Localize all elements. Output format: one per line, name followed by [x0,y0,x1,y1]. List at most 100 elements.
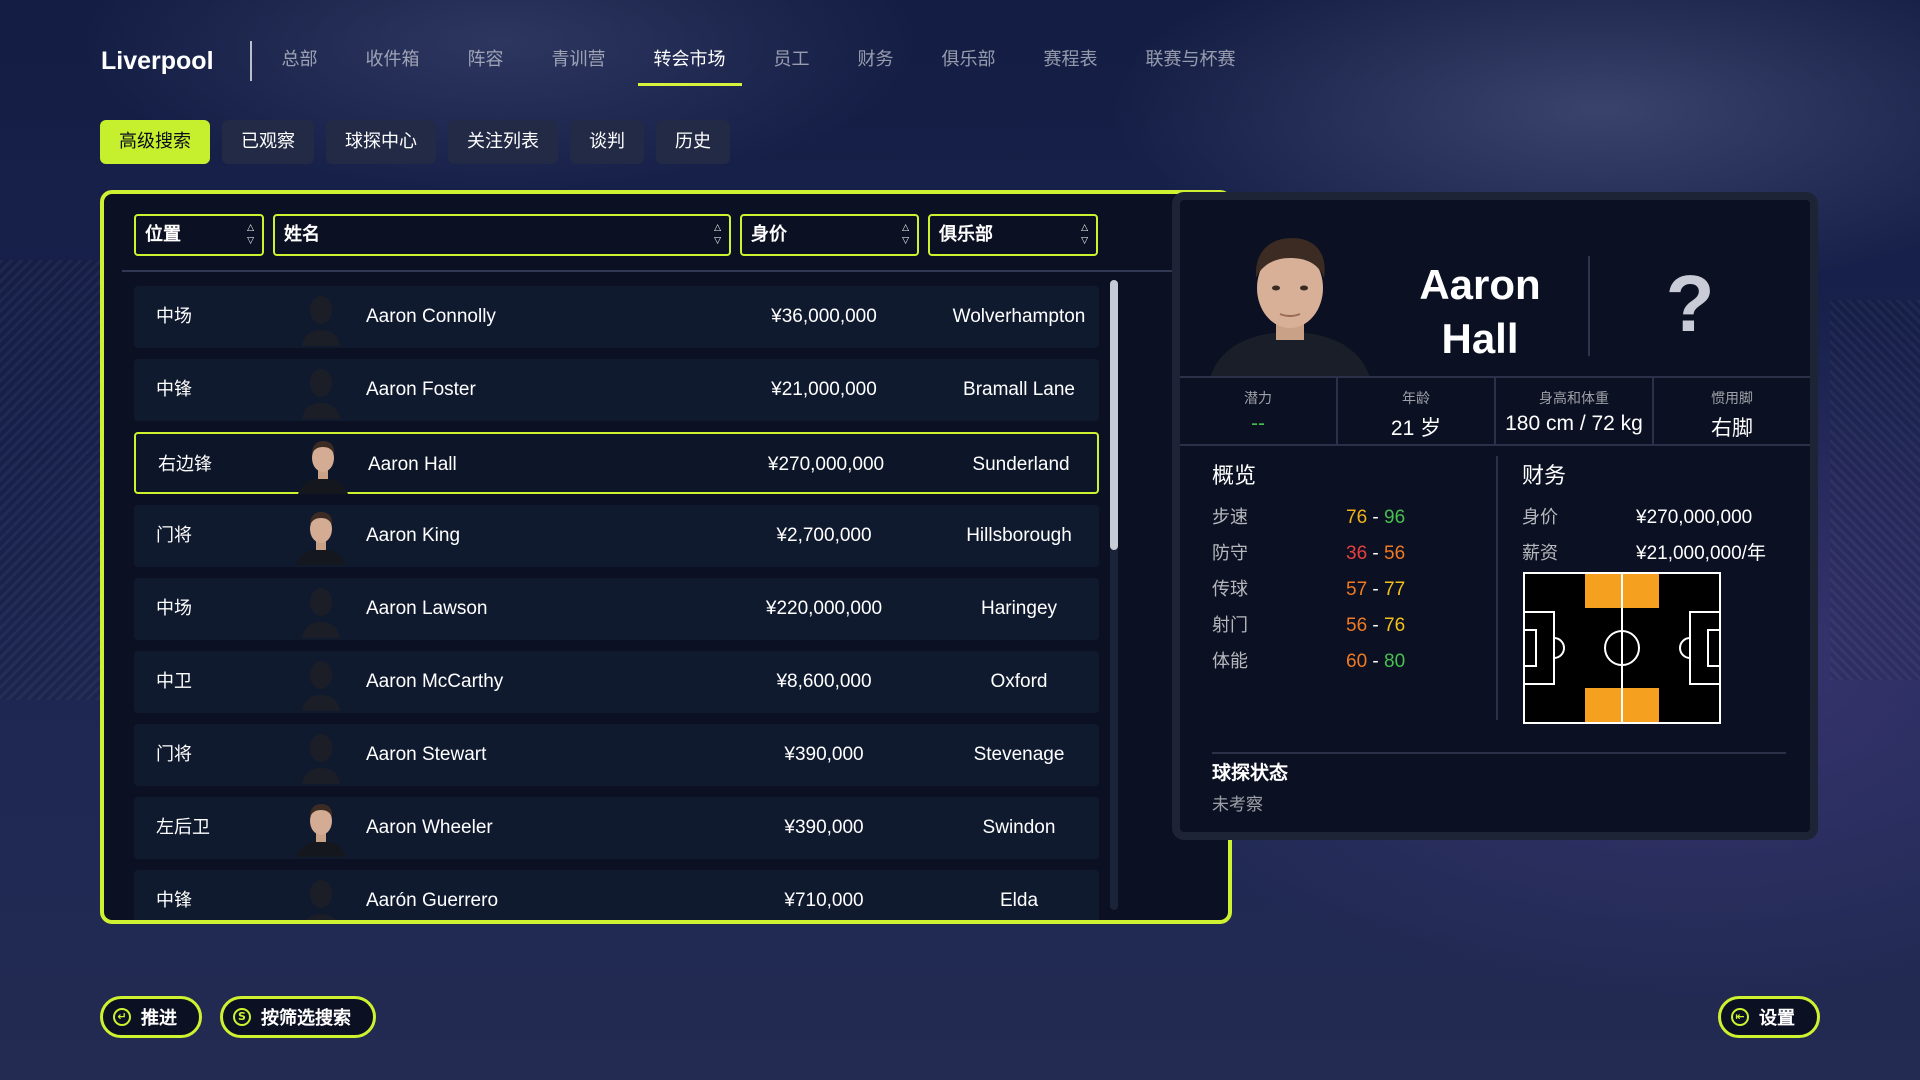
tab-negotiations[interactable]: 谈判 [570,120,644,164]
row-position: 门将 [156,525,192,546]
row-position: 门将 [156,744,192,765]
attribute-row: 传球 57 - 77 [1212,572,1452,608]
nav-item-fixtures[interactable]: 赛程表 [1044,38,1098,84]
row-club: Hillsborough [966,525,1072,546]
row-value: ¥390,000 [784,817,864,838]
sort-name-header[interactable]: 姓名 △ ▽ [273,214,731,256]
attribute-low: 56 [1346,615,1368,636]
stat-value: 右脚 [1711,417,1753,440]
attribute-row: 防守 36 - 56 [1212,536,1452,572]
finance-value: ¥21,000,000/年 [1636,543,1766,564]
finance-row-value: 身价 ¥270,000,000 [1522,500,1782,536]
attribute-range: 76 - 96 [1346,500,1405,536]
table-row[interactable]: 右边锋 Aaron Hall ¥270,000,000 Sunderland [134,432,1099,494]
nav-item-finance[interactable]: 财务 [858,38,894,84]
row-name: Aaron McCarthy [366,671,504,692]
tab-observed[interactable]: 已观察 [222,120,314,164]
attribute-high: 76 [1384,615,1406,636]
tab-history[interactable]: 历史 [656,120,730,164]
scout-status-title: 球探状态 [1212,762,1289,784]
stat-label: 潜力 [1244,391,1272,407]
player-rows: 中场 Aaron Connolly ¥36,000,000 Wolverhampton… [134,286,1099,920]
player-silhouette-icon [292,653,350,711]
club-name: Liverpool [101,46,214,75]
table-row[interactable]: 中场 Aaron Connolly ¥36,000,000 Wolverhampton [134,286,1099,348]
row-club: Haringey [980,598,1058,619]
row-position: 中锋 [156,379,192,400]
row-name: Aaron Connolly [366,306,496,327]
table-row[interactable]: 中卫 Aaron McCarthy ¥8,600,000 Oxford [134,651,1099,713]
player-first-name: Aaron [1419,261,1541,308]
scrollbar-thumb[interactable] [1110,280,1118,550]
attribute-range-dash: - [1367,507,1385,528]
table-row[interactable]: 中场 Aaron Lawson ¥220,000,000 Haringey [134,578,1099,640]
name-divider [1588,256,1590,356]
background-crowd-right [1830,300,1920,680]
nav-item-inbox[interactable]: 收件箱 [366,38,420,84]
table-row[interactable]: 左后卫 Aaron Wheeler ¥390,000 Swindon [134,797,1099,859]
overview-title: 概览 [1212,464,1257,489]
nav-item-club[interactable]: 俱乐部 [942,38,996,84]
player-list-panel: 位置 △ ▽ 姓名 △ ▽ 身价 △ ▽ 俱乐部 △ ▽ 中场 Aaron Connoll… [100,190,1232,924]
nav-item-headquarters[interactable]: 总部 [282,38,318,84]
stat-value: 21 岁 [1390,417,1442,440]
settings-button[interactable]: ⇤ 设置 [1718,996,1820,1038]
attribute-name: 步速 [1212,507,1248,528]
row-position: 中锋 [156,890,192,911]
table-row[interactable]: 中锋 Aaron Foster ¥21,000,000 Bramall Lane [134,359,1099,421]
attribute-low: 76 [1346,507,1368,528]
sort-arrows-icon: △ ▽ [247,223,254,246]
sort-club-header[interactable]: 俱乐部 △ ▽ [928,214,1098,256]
nav-item-leagues-cups[interactable]: 联赛与杯赛 [1146,38,1236,84]
row-value: ¥220,000,000 [765,598,883,619]
row-position: 右边锋 [158,454,212,475]
list-scrollbar[interactable] [1110,280,1118,910]
filter-search-button[interactable]: S 按筛选搜索 [220,996,376,1038]
attribute-high: 77 [1384,579,1406,600]
header-name-label: 姓名 [284,224,320,245]
advance-button[interactable]: ↵ 推进 [100,996,202,1038]
table-row[interactable]: 门将 Aaron King ¥2,700,000 Hillsborough [134,505,1099,567]
attribute-name: 传球 [1212,579,1248,600]
row-club: Oxford [990,671,1048,692]
finance-label: 身价 [1522,507,1558,528]
row-position: 中场 [156,306,192,327]
nav-item-squad[interactable]: 阵容 [468,38,504,84]
stat-height-weight: 身高和体重 180 cm / 72 kg [1496,378,1654,444]
player-portrait [294,436,352,494]
attribute-row: 体能 60 - 80 [1212,644,1452,680]
header-club-label: 俱乐部 [939,224,993,245]
nav-item-youth[interactable]: 青训营 [552,38,606,84]
finance-list: 身价 ¥270,000,000 薪资 ¥21,000,000/年 [1522,500,1782,572]
finance-title: 财务 [1522,464,1567,489]
player-silhouette-icon [292,361,350,419]
finance-value: ¥270,000,000 [1636,507,1753,528]
row-position: 中场 [156,598,192,619]
attribute-range-dash: - [1367,615,1385,636]
attribute-high: 56 [1384,543,1406,564]
header-value-label: 身价 [751,224,787,245]
sort-position-header[interactable]: 位置 △ ▽ [134,214,264,256]
tab-watchlist[interactable]: 关注列表 [448,120,558,164]
row-club: Swindon [982,817,1056,838]
attribute-range-dash: - [1367,579,1385,600]
stat-preferred-foot: 惯用脚 右脚 [1654,378,1810,444]
tab-advanced-search[interactable]: 高级搜索 [100,120,210,164]
attribute-name: 防守 [1212,543,1248,564]
background-crowd-left [0,260,110,700]
nav-divider [249,41,252,81]
table-row[interactable]: 中锋 Aarón Guerrero ¥710,000 Elda [134,870,1099,920]
table-header: 位置 △ ▽ 姓名 △ ▽ 身价 △ ▽ 俱乐部 △ ▽ [134,214,1107,256]
player-name: Aaron Hall [1390,258,1570,366]
nav-item-transfer-market[interactable]: 转会市场 [637,38,742,86]
row-name: Aaron King [366,525,461,546]
attribute-row: 步速 76 - 96 [1212,500,1452,536]
table-row[interactable]: 门将 Aaron Stewart ¥390,000 Stevenage [134,724,1099,786]
nav-item-staff[interactable]: 员工 [774,38,810,84]
filter-search-label: 按筛选搜索 [261,1008,351,1029]
row-name: Aaron Stewart [366,744,487,765]
sort-value-header[interactable]: 身价 △ ▽ [740,214,919,256]
stat-value: 180 cm / 72 kg [1505,412,1643,435]
row-name: Aaron Foster [366,379,476,400]
tab-scout-center[interactable]: 球探中心 [326,120,436,164]
